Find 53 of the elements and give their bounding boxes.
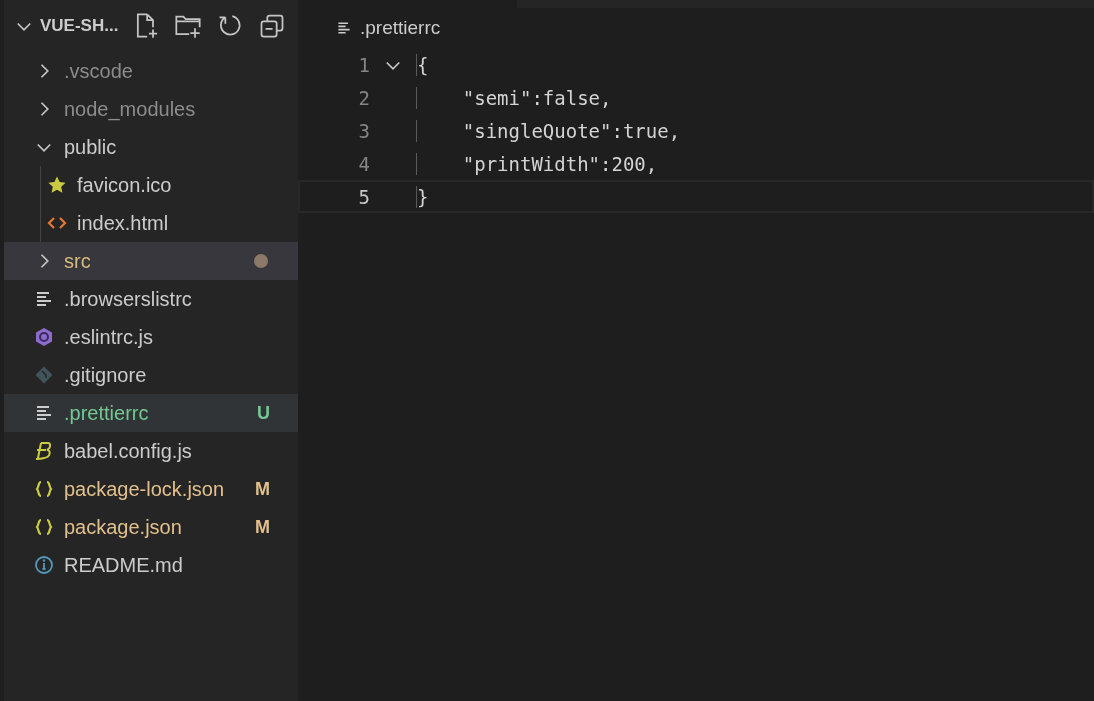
folder-row[interactable]: src bbox=[4, 242, 298, 280]
line-number: 1 bbox=[357, 53, 370, 76]
script-b-icon bbox=[34, 441, 54, 461]
text-lines-icon bbox=[336, 20, 352, 36]
code-line: "semi":false, bbox=[416, 86, 612, 109]
file-name: index.html bbox=[77, 211, 170, 235]
braces-icon bbox=[34, 479, 54, 499]
code-line: "singleQuote":true, bbox=[416, 119, 681, 142]
file-row[interactable]: .browserslistrc bbox=[4, 280, 298, 318]
file-name: .eslintrc.js bbox=[64, 325, 154, 349]
folder-name: .vscode bbox=[64, 59, 134, 83]
folder-name: src bbox=[64, 249, 92, 273]
code-line: "printWidth":200, bbox=[416, 152, 658, 175]
file-row[interactable]: package-lock.json M bbox=[4, 470, 298, 508]
folder-row[interactable]: node_modules bbox=[4, 90, 298, 128]
git-status: M bbox=[255, 516, 270, 538]
file-row[interactable]: .prettierrc U bbox=[4, 394, 298, 432]
file-row[interactable]: .gitignore bbox=[4, 356, 298, 394]
line-number: 3 bbox=[357, 119, 370, 142]
braces-icon bbox=[34, 517, 54, 537]
file-name: README.md bbox=[64, 553, 184, 577]
text-lines-icon bbox=[34, 289, 54, 309]
workspace-title[interactable]: VUE-SH... bbox=[40, 16, 119, 36]
file-row[interactable]: favicon.ico bbox=[4, 166, 298, 204]
code-line: } bbox=[416, 185, 429, 208]
git-status: M bbox=[255, 478, 270, 500]
file-row[interactable]: index.html bbox=[4, 204, 298, 242]
file-name: favicon.ico bbox=[77, 173, 173, 197]
file-name: .browserslistrc bbox=[64, 287, 193, 311]
folder-name: node_modules bbox=[64, 97, 197, 121]
hexagon-icon bbox=[34, 327, 54, 347]
breadcrumb[interactable]: .prettierrc bbox=[360, 17, 441, 39]
line-number: 5 bbox=[357, 185, 370, 208]
line-number: 4 bbox=[357, 152, 370, 175]
file-row[interactable]: README.md bbox=[4, 546, 298, 584]
git-status: U bbox=[257, 402, 270, 424]
file-name: package-lock.json bbox=[64, 477, 226, 501]
text-lines-icon bbox=[34, 403, 54, 423]
git-diamond-icon bbox=[34, 365, 54, 385]
file-row[interactable]: babel.config.js bbox=[4, 432, 298, 470]
file-name: .prettierrc bbox=[64, 401, 150, 425]
file-row[interactable]: .eslintrc.js bbox=[4, 318, 298, 356]
folder-name: public bbox=[64, 135, 118, 159]
file-name: package.json bbox=[64, 515, 183, 539]
line-number: 2 bbox=[357, 86, 370, 109]
code-line: { bbox=[416, 53, 429, 76]
file-name: babel.config.js bbox=[64, 439, 193, 463]
info-icon bbox=[34, 555, 54, 575]
file-name: .gitignore bbox=[64, 363, 148, 387]
folder-row[interactable]: public bbox=[4, 128, 298, 166]
folder-row[interactable]: .vscode bbox=[4, 52, 298, 90]
star-icon bbox=[47, 175, 67, 195]
file-row[interactable]: package.json M bbox=[4, 508, 298, 546]
